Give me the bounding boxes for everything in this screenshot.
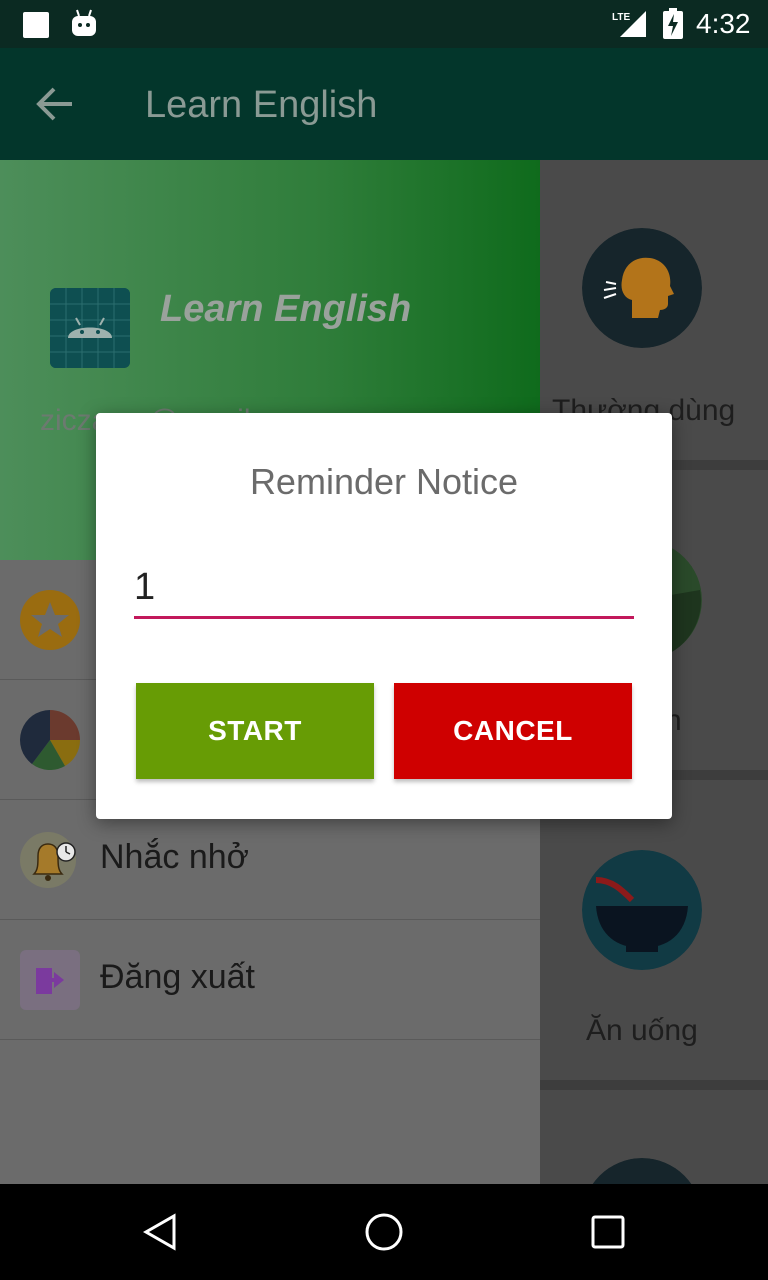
app-bar-title: Learn English — [145, 84, 378, 126]
cancel-button[interactable]: CANCEL — [394, 683, 632, 779]
notification-square-icon — [23, 12, 49, 38]
app-logo-icon — [50, 288, 130, 368]
nav-home-icon[interactable] — [364, 1212, 404, 1252]
system-navigation-bar — [0, 1184, 768, 1280]
start-button[interactable]: START — [136, 683, 374, 779]
category-card[interactable]: Ăn uống — [540, 780, 768, 1080]
app-bar: Learn English — [0, 48, 768, 160]
android-notification-icon — [72, 9, 96, 36]
arrow-back-icon[interactable] — [34, 84, 76, 124]
pie-chart-icon — [20, 710, 80, 770]
clock-time: 4:32 — [696, 8, 751, 39]
drawer-item-label: Đăng xuất — [100, 958, 255, 996]
drawer-app-title: Learn English — [160, 288, 412, 330]
category-card[interactable] — [540, 1090, 768, 1278]
logout-icon — [20, 950, 80, 1010]
drawer-item-label: Nhắc nhở — [100, 838, 249, 876]
nav-back-icon[interactable] — [140, 1212, 180, 1252]
bell-clock-icon — [20, 832, 76, 888]
speaking-head-icon — [582, 228, 702, 348]
category-label: Ăn uống — [586, 1014, 698, 1047]
bowl-icon — [582, 850, 702, 970]
lte-signal-icon: LTE — [612, 11, 646, 37]
status-bar: LTE 4:32 — [0, 0, 768, 48]
battery-charging-icon — [663, 8, 683, 39]
dialog-title: Reminder Notice — [249, 461, 519, 502]
reminder-dialog: Reminder Notice START CANCEL — [96, 413, 672, 819]
star-icon — [20, 590, 80, 650]
reminder-input[interactable] — [134, 559, 634, 619]
nav-recent-apps-icon[interactable] — [590, 1214, 626, 1250]
svg-text:LTE: LTE — [612, 12, 630, 23]
drawer-item-logout[interactable]: Đăng xuất — [0, 920, 540, 1040]
